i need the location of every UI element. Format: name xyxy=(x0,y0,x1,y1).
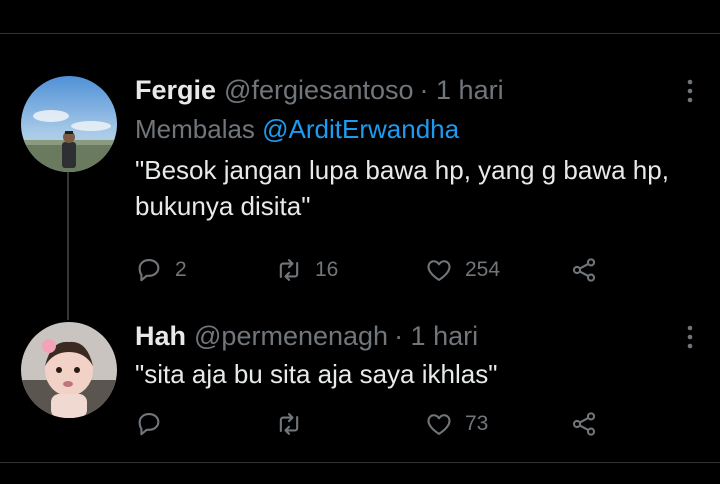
share-icon xyxy=(572,412,596,436)
reply-count: 2 xyxy=(175,258,187,281)
username[interactable]: @permenenagh xyxy=(194,320,388,352)
tweet-text: "sita aja bu sita aja saya ikhlas" xyxy=(135,359,498,389)
reply-icon xyxy=(138,413,160,436)
timestamp[interactable]: · 1 hari xyxy=(394,320,478,352)
like-count: 73 xyxy=(465,412,489,435)
username[interactable]: @fergiesantoso xyxy=(224,74,414,106)
bottom-divider xyxy=(0,462,720,463)
heart-icon xyxy=(427,260,451,281)
tweet-hah[interactable]: Hah @permenenagh · 1 hari "sita aja bu s… xyxy=(135,320,700,436)
display-name[interactable]: Hah xyxy=(135,320,186,352)
avatar-fergie[interactable] xyxy=(21,76,117,172)
retweet-icon xyxy=(279,259,299,281)
avatar-hah[interactable] xyxy=(21,322,117,418)
more-vertical-icon[interactable] xyxy=(680,324,700,350)
reply-button[interactable]: 2 xyxy=(135,254,187,286)
thread-connector-line xyxy=(67,172,69,320)
retweet-button[interactable]: 16 xyxy=(275,254,338,286)
reply-button[interactable] xyxy=(135,408,163,440)
like-button[interactable]: 73 xyxy=(425,408,488,440)
share-button[interactable] xyxy=(570,254,598,286)
replying-to: Membalas @ArditErwandha xyxy=(135,110,700,148)
mention-link[interactable]: @ArditErwandha xyxy=(262,114,459,144)
like-count: 254 xyxy=(465,258,501,281)
replying-to-label: Membalas xyxy=(135,114,263,144)
retweet-count: 16 xyxy=(315,258,339,281)
timestamp[interactable]: · 1 hari xyxy=(420,74,504,106)
retweet-icon xyxy=(279,413,299,435)
retweet-button[interactable] xyxy=(275,408,303,440)
reply-icon xyxy=(138,259,160,282)
like-button[interactable]: 254 xyxy=(425,254,500,286)
display-name[interactable]: Fergie xyxy=(135,74,216,106)
tweet-actions: 2 16 254 xyxy=(135,254,615,286)
more-vertical-icon[interactable] xyxy=(680,78,700,104)
tweet-text: "Besok jangan lupa bawa hp, yang g bawa … xyxy=(135,155,669,221)
top-divider xyxy=(0,33,720,34)
share-icon xyxy=(572,258,596,282)
tweet-header: Hah @permenenagh · 1 hari xyxy=(135,320,700,352)
tweet-actions: 73 xyxy=(135,408,615,440)
tweet-header: Fergie @fergiesantoso · 1 hari xyxy=(135,74,700,106)
share-button[interactable] xyxy=(570,408,598,440)
tweet-fergie[interactable]: Fergie @fergiesantoso · 1 hari Membalas … xyxy=(135,74,700,282)
heart-icon xyxy=(427,414,451,435)
